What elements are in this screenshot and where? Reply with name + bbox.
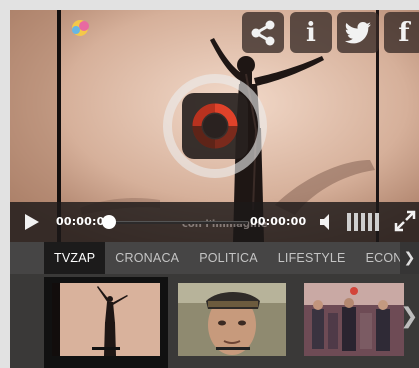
- share-icon: [251, 20, 275, 45]
- play-icon[interactable]: [25, 214, 39, 230]
- info-button[interactable]: i: [290, 12, 332, 53]
- loading-logo: [182, 93, 248, 159]
- volume-slider[interactable]: [347, 213, 381, 231]
- thumbnail-image: [52, 283, 160, 356]
- volume-level-bar: [347, 213, 351, 231]
- tab-tvzap[interactable]: TVZAP: [44, 242, 106, 274]
- tab-lifestyle[interactable]: LIFESTYLE: [268, 242, 356, 274]
- category-tabbar: TVZAP CRONACA POLITICA LIFESTYLE ECONOM …: [10, 242, 419, 274]
- volume-level-bar: [354, 213, 358, 231]
- volume-icon[interactable]: [320, 214, 334, 230]
- volume-level-bar: [375, 213, 379, 231]
- related-videos-panel: TVZAP CRONACA POLITICA LIFESTYLE ECONOM …: [10, 242, 419, 368]
- video-thumbnail-list: [44, 277, 404, 368]
- category-tabs: TVZAP CRONACA POLITICA LIFESTYLE ECONOM: [44, 242, 419, 274]
- volume-level-bar: [361, 213, 365, 231]
- facebook-button[interactable]: f: [384, 12, 419, 53]
- player-control-bar: 00:00:00 con l'immagine 00:00:00: [10, 202, 419, 242]
- share-button[interactable]: [242, 12, 284, 53]
- spinner-icon: [192, 103, 238, 149]
- thumbnail-image: [304, 283, 404, 356]
- duration-time: 00:00:00: [250, 215, 307, 228]
- video-thumbnail[interactable]: [304, 277, 404, 368]
- video-player-widget: i f 00:00:00 con l'immagine 00:00:00 TVZ…: [0, 0, 419, 368]
- big-play-button[interactable]: [163, 74, 267, 178]
- thumbnail-crowd-image: [304, 283, 404, 356]
- volume-level-bar: [368, 213, 372, 231]
- seek-handle[interactable]: [102, 215, 116, 229]
- info-icon: i: [306, 17, 316, 48]
- twitter-button[interactable]: [337, 12, 379, 53]
- fullscreen-icon[interactable]: [394, 210, 416, 232]
- thumbnail-dancer-image: [52, 283, 160, 356]
- tab-politica[interactable]: POLITICA: [189, 242, 268, 274]
- thumbnail-portrait-image: [178, 283, 286, 356]
- tabs-next-arrow-icon[interactable]: ❯: [400, 242, 419, 274]
- twitter-icon: [344, 21, 371, 43]
- thumbnails-next-arrow-icon[interactable]: ❯: [400, 306, 418, 328]
- facebook-icon: f: [398, 17, 410, 48]
- seek-bar[interactable]: [106, 221, 248, 224]
- video-thumbnail[interactable]: [44, 277, 168, 368]
- video-thumbnail[interactable]: [178, 277, 286, 368]
- tab-cronaca[interactable]: CRONACA: [105, 242, 189, 274]
- thumbnail-image: [178, 283, 286, 356]
